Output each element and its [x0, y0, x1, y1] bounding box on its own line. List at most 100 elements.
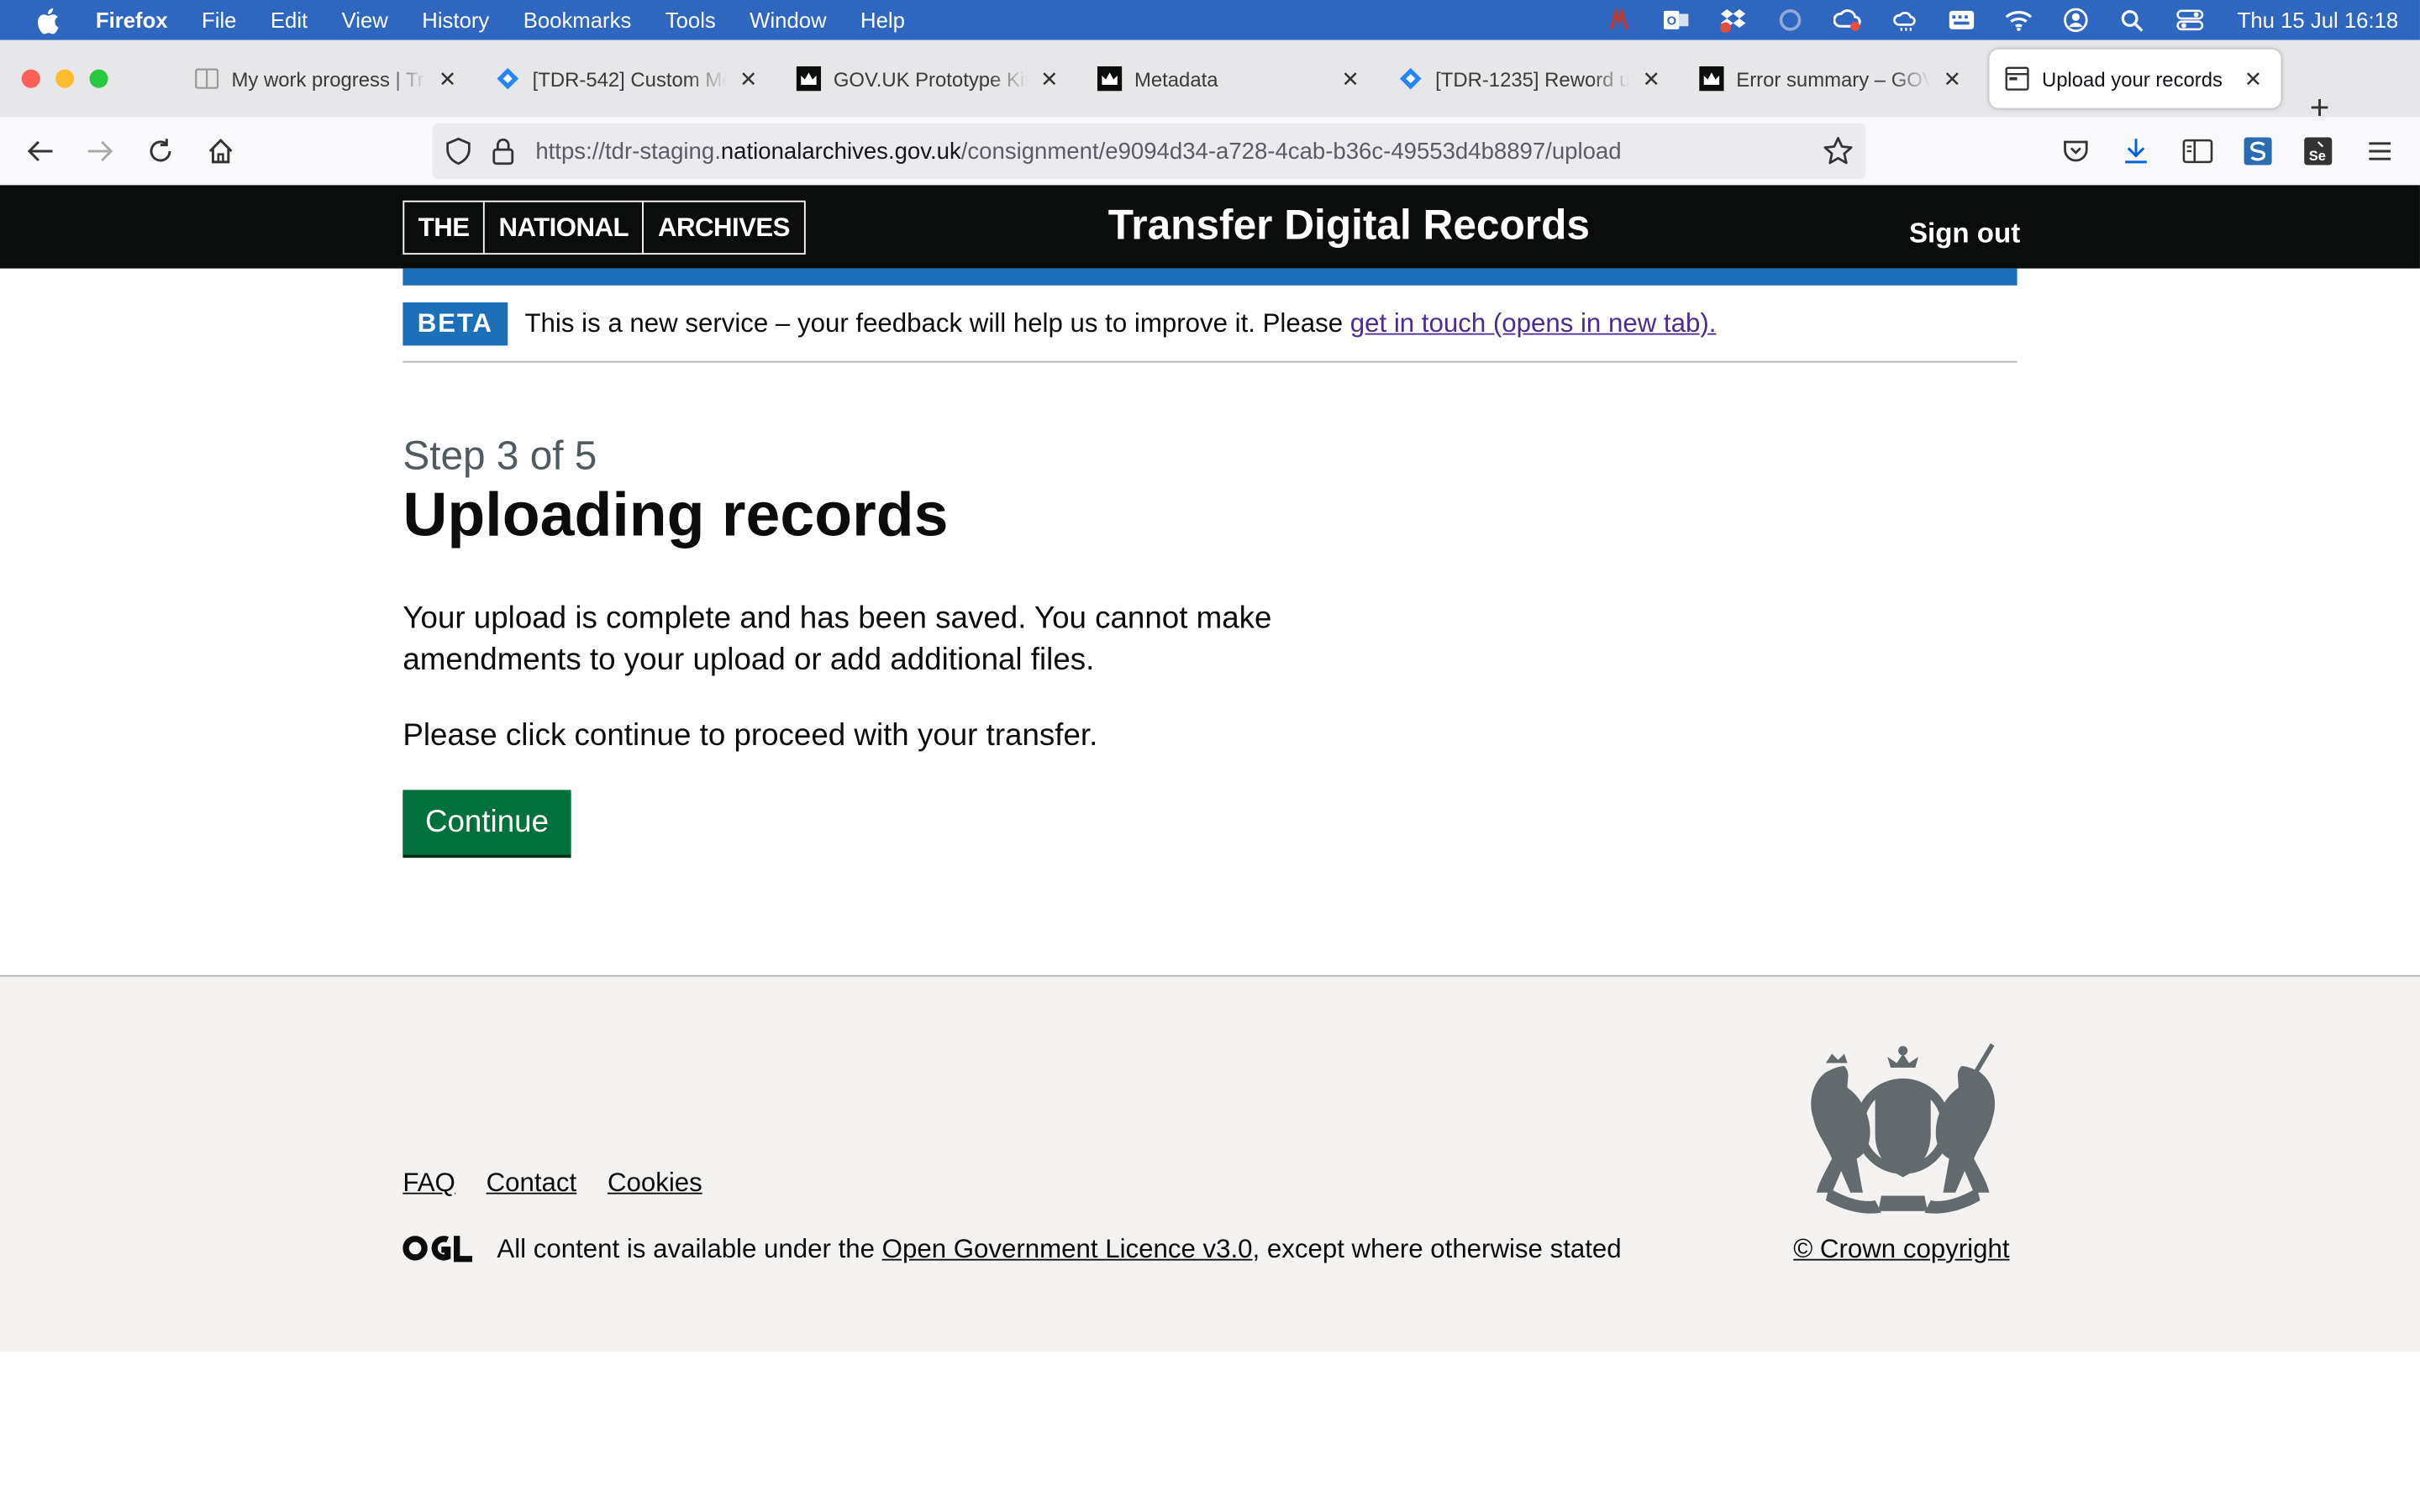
web-page: THE NATIONAL ARCHIVES Transfer Digital R… [0, 185, 2420, 1512]
browser-tab[interactable]: Metadata ✕ [1097, 50, 1363, 108]
menu-history[interactable]: History [422, 8, 489, 32]
app-menu-icon[interactable] [2363, 134, 2396, 168]
footer-link-cookies[interactable]: Cookies [608, 1168, 702, 1199]
continue-button[interactable]: Continue [402, 790, 571, 855]
bookmark-star-icon[interactable] [1823, 136, 1854, 175]
site-footer: FAQ Contact Cookies All content is avail… [0, 974, 2420, 1352]
phase-banner: BETA This is a new service – your feedba… [402, 302, 2018, 363]
svg-text:O: O [1666, 14, 1676, 28]
close-tab-icon[interactable]: ✕ [435, 66, 460, 91]
site-header: THE NATIONAL ARCHIVES Transfer Digital R… [0, 185, 2420, 269]
logo-word: THE [418, 212, 470, 242]
footer-link-contact[interactable]: Contact [487, 1168, 577, 1199]
ogl-logo-icon [402, 1233, 473, 1264]
home-button[interactable] [203, 134, 237, 168]
tab-title: Metadata [1134, 66, 1218, 91]
close-tab-icon[interactable]: ✕ [2241, 66, 2265, 91]
reader-icon [194, 66, 219, 91]
close-window-button[interactable] [21, 69, 40, 88]
outlook-icon[interactable]: O [1660, 8, 1691, 32]
sidebar-toggle-icon[interactable] [2181, 134, 2214, 168]
header-accent-bar [402, 268, 2018, 286]
menu-tools[interactable]: Tools [666, 8, 716, 32]
downloads-icon[interactable] [2119, 134, 2153, 168]
minimize-window-button[interactable] [55, 69, 75, 88]
page-icon [2005, 66, 2029, 91]
browser-tab-active[interactable]: Upload your records ✕ [1989, 49, 2281, 108]
logo-word: ARCHIVES [642, 202, 804, 254]
browser-tab[interactable]: GOV.UK Prototype Kit ✕ [796, 50, 1062, 108]
url-text[interactable]: https://tdr-staging.nationalarchives.gov… [535, 138, 1621, 164]
close-tab-icon[interactable]: ✕ [1037, 66, 1061, 91]
crown-copyright-link[interactable]: © Crown copyright [1793, 1234, 2009, 1265]
beta-tag: BETA [402, 302, 508, 346]
control-center-icon[interactable] [2174, 8, 2205, 32]
menubar-clock[interactable]: Thu 15 Jul 16:18 [2238, 8, 2399, 32]
crown-icon [1699, 66, 1724, 92]
tab-title: GOV.UK Prototype Kit [833, 66, 1028, 91]
browser-toolbar: https://tdr-staging.nationalarchives.gov… [0, 117, 2420, 187]
apple-icon[interactable] [34, 7, 61, 34]
zoom-window-button[interactable] [89, 69, 108, 88]
close-tab-icon[interactable]: ✕ [736, 66, 760, 91]
dropbox-icon[interactable] [1718, 8, 1749, 33]
close-tab-icon[interactable]: ✕ [1338, 66, 1362, 91]
crown-icon [796, 66, 822, 92]
browser-tab[interactable]: [TDR-542] Custom Met ✕ [496, 50, 761, 108]
service-name[interactable]: Transfer Digital Records [1108, 202, 1590, 250]
tab-title: Upload your records [2041, 66, 2223, 91]
tab-title: [TDR-542] Custom Met [532, 66, 728, 91]
browser-tab[interactable]: [TDR-1235] Reword up ✕ [1398, 50, 1664, 108]
tab-title: [TDR-1235] Reword up [1435, 66, 1630, 91]
menu-app-firefox[interactable]: Firefox [96, 8, 168, 32]
tool-status-icon[interactable] [1603, 8, 1634, 32]
moon-icon[interactable] [1775, 8, 1806, 32]
tab-title: My work progress | Tre [231, 66, 426, 91]
shield-icon[interactable] [445, 137, 472, 172]
lock-icon[interactable] [491, 137, 515, 172]
reload-button[interactable] [144, 134, 177, 168]
extension-s-icon[interactable] [2241, 134, 2275, 168]
browser-tab[interactable]: Error summary – GOV.U ✕ [1699, 50, 1965, 108]
url-path: /consignment/e9094d34-a728-4cab-b36c-495… [960, 138, 1622, 165]
forward-button[interactable] [83, 134, 117, 168]
royal-coat-of-arms-icon [1795, 1042, 2011, 1219]
close-tab-icon[interactable]: ✕ [1940, 66, 1965, 91]
phase-banner-text: This is a new service – your feedback wi… [524, 308, 1716, 339]
feedback-link[interactable]: get in touch (opens in new tab). [1350, 308, 1717, 338]
creative-cloud-icon[interactable] [1832, 8, 1863, 32]
back-button[interactable] [24, 134, 57, 168]
sign-out-link[interactable]: Sign out [1909, 218, 2020, 250]
browser-tab[interactable]: My work progress | Tre ✕ [194, 50, 460, 108]
national-archives-logo[interactable]: THE NATIONAL ARCHIVES [402, 200, 806, 255]
phase-banner-message: This is a new service – your feedback wi… [524, 308, 1350, 339]
url-host: nationalarchives.gov.uk [720, 138, 961, 165]
tab-title: Error summary – GOV.U [1736, 66, 1930, 91]
keyboard-icon[interactable] [1946, 8, 1977, 32]
menu-bookmarks[interactable]: Bookmarks [523, 8, 632, 32]
page-title: Uploading records [402, 481, 949, 549]
weather-icon[interactable] [1889, 8, 1920, 32]
step-caption: Step 3 of 5 [402, 432, 597, 479]
address-bar[interactable]: https://tdr-staging.nationalarchives.gov… [432, 123, 1866, 180]
jira-icon [496, 66, 520, 91]
menu-file[interactable]: File [202, 8, 236, 32]
menu-view[interactable]: View [342, 8, 388, 32]
menu-edit[interactable]: Edit [271, 8, 308, 32]
user-account-icon[interactable] [2060, 8, 2091, 33]
open-government-licence-link[interactable]: Open Government Licence v3.0 [882, 1234, 1253, 1263]
jira-icon [1398, 66, 1423, 91]
footer-link-faq[interactable]: FAQ [402, 1168, 455, 1199]
footer-links: FAQ Contact Cookies [402, 1168, 702, 1199]
selenium-ide-icon[interactable]: Se [2302, 134, 2335, 168]
licence-statement: All content is available under the Open … [497, 1234, 1621, 1265]
close-tab-icon[interactable]: ✕ [1639, 66, 1664, 91]
wifi-icon[interactable] [2002, 8, 2033, 32]
menu-help[interactable]: Help [860, 8, 905, 32]
menu-window[interactable]: Window [750, 8, 826, 32]
upload-complete-message: Your upload is complete and has been sav… [402, 601, 1272, 678]
search-icon[interactable] [2117, 8, 2148, 32]
crown-icon [1097, 66, 1123, 92]
pocket-icon[interactable] [2059, 134, 2092, 168]
browser-tab-strip: My work progress | Tre ✕ [TDR-542] Custo… [0, 39, 2420, 127]
